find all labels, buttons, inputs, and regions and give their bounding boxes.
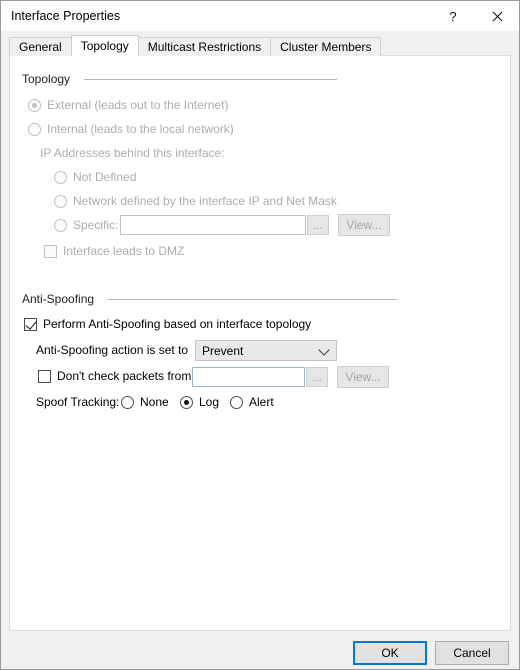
tab-topology[interactable]: Topology [70, 35, 139, 57]
radio-specific-indicator [54, 218, 67, 232]
specific-input[interactable] [120, 215, 306, 235]
cancel-button[interactable]: Cancel [435, 641, 509, 665]
checkbox-dont-check-packets-indicator [38, 369, 51, 383]
radio-spoof-tracking-alert[interactable]: Alert [230, 395, 274, 409]
radio-internal-indicator [28, 122, 41, 136]
radio-spoof-tracking-none[interactable]: None [121, 395, 169, 409]
radio-external-indicator [28, 98, 41, 112]
tab-cluster-members[interactable]: Cluster Members [270, 37, 382, 56]
topology-group-divider [84, 78, 337, 80]
interface-properties-dialog: Interface Properties ? General Topology … [0, 0, 520, 670]
tab-general[interactable]: General [9, 37, 72, 56]
ip-addresses-label: IP Addresses behind this interface: [40, 146, 225, 160]
anti-spoofing-group-title: Anti-Spoofing [22, 292, 95, 306]
radio-external-label: External (leads out to the Internet) [47, 98, 229, 112]
dont-check-packets-input[interactable] [192, 367, 305, 387]
radio-spoof-tracking-log-label: Log [199, 395, 220, 409]
radio-specific-label: Specific: [73, 218, 119, 232]
radio-external[interactable]: External (leads out to the Internet) [28, 98, 228, 112]
window-title: Interface Properties [11, 9, 121, 23]
radio-spoof-tracking-alert-indicator [230, 395, 243, 409]
anti-spoofing-action-select[interactable]: Prevent [195, 340, 337, 361]
checkbox-dmz-indicator [44, 244, 57, 258]
checkbox-perform-anti-spoofing-indicator [24, 317, 37, 331]
checkbox-dmz[interactable]: Interface leads to DMZ [44, 244, 184, 258]
checkbox-perform-anti-spoofing-label: Perform Anti-Spoofing based on interface… [43, 317, 312, 331]
radio-internal[interactable]: Internal (leads to the local network) [28, 122, 234, 136]
anti-spoofing-action-label: Anti-Spoofing action is set to [36, 343, 189, 357]
checkbox-dont-check-packets-label: Don't check packets from: [57, 369, 195, 383]
radio-spoof-tracking-alert-label: Alert [249, 395, 274, 409]
radio-network-defined-indicator [54, 194, 67, 208]
anti-spoofing-action-value: Prevent [202, 343, 244, 358]
dont-check-browse-button[interactable]: ... [306, 367, 328, 387]
radio-network-defined-label: Network defined by the interface IP and … [73, 194, 337, 208]
spoof-tracking-label: Spoof Tracking: [36, 395, 120, 409]
specific-browse-button[interactable]: ... [307, 215, 329, 235]
radio-not-defined-indicator [54, 170, 67, 184]
anti-spoofing-group-header: Anti-Spoofing [22, 292, 397, 306]
window-controls: ? [431, 1, 519, 31]
checkbox-perform-anti-spoofing[interactable]: Perform Anti-Spoofing based on interface… [24, 317, 311, 331]
chevron-down-icon [318, 343, 330, 356]
help-icon[interactable]: ? [431, 1, 475, 31]
radio-spoof-tracking-log[interactable]: Log [180, 395, 219, 409]
title-bar: Interface Properties ? [1, 1, 519, 31]
radio-internal-label: Internal (leads to the local network) [47, 122, 234, 136]
radio-not-defined-label: Not Defined [73, 170, 137, 184]
radio-not-defined[interactable]: Not Defined [54, 170, 136, 184]
radio-spoof-tracking-none-label: None [140, 395, 169, 409]
tab-bar: General Topology Multicast Restrictions … [9, 35, 382, 57]
close-icon[interactable] [475, 1, 519, 31]
dont-check-view-button[interactable]: View... [337, 366, 389, 388]
ok-button[interactable]: OK [353, 641, 427, 665]
topology-tab-panel: Topology External (leads out to the Inte… [9, 55, 511, 631]
anti-spoofing-group-divider [108, 298, 397, 300]
radio-spoof-tracking-none-indicator [121, 395, 134, 409]
radio-network-defined[interactable]: Network defined by the interface IP and … [54, 194, 337, 208]
checkbox-dmz-label: Interface leads to DMZ [63, 244, 185, 258]
specific-view-button[interactable]: View... [338, 214, 390, 236]
topology-group-title: Topology [22, 72, 71, 86]
topology-group-header: Topology [22, 72, 337, 86]
radio-specific[interactable]: Specific: [54, 218, 118, 232]
checkbox-dont-check-packets[interactable]: Don't check packets from: [38, 369, 195, 383]
tab-multicast-restrictions[interactable]: Multicast Restrictions [137, 37, 272, 56]
radio-spoof-tracking-log-indicator [180, 395, 193, 409]
